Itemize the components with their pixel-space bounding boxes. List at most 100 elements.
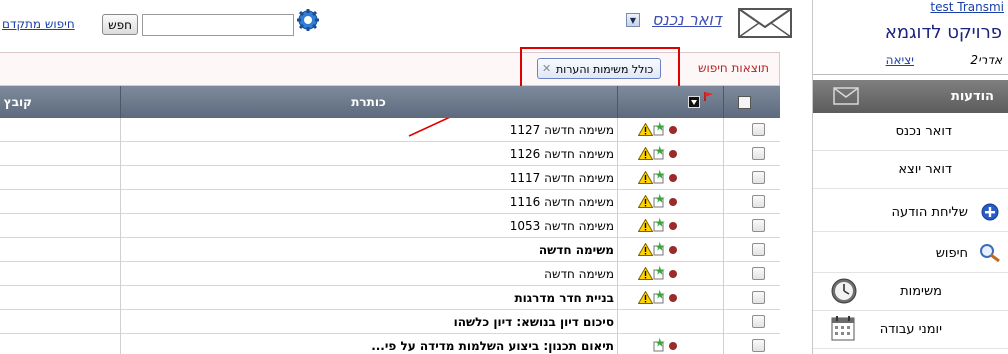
account-link[interactable]: test Transmi (930, 0, 1004, 14)
advanced-search-link[interactable]: חיפוש מתקדם (2, 17, 75, 31)
row-checkbox[interactable] (752, 219, 765, 232)
row-checkbox[interactable] (752, 291, 765, 304)
task-note-icon (653, 338, 665, 352)
messages-header-label: הודעות (950, 89, 994, 104)
folder-dropdown-button[interactable]: ▼ (626, 13, 640, 27)
warning-icon (638, 267, 653, 280)
sidebar-item-send-message[interactable]: שליחת הודעה (813, 194, 1008, 232)
magnifier-icon (980, 244, 1000, 263)
page: test Transmi פרויקט לדוגמא אדרי2 יציאה ה… (0, 0, 1008, 354)
priority-dot-icon (669, 246, 677, 254)
cell-divider (120, 214, 121, 238)
user-name: אדרי2 (970, 53, 1002, 67)
warning-icon (638, 291, 653, 304)
sidebar-item-work-logs[interactable]: יומני עבודה (813, 311, 1008, 349)
priority-dot-icon (669, 222, 677, 230)
priority-dot-icon (669, 198, 677, 206)
cell-divider (723, 214, 724, 238)
row-checkbox[interactable] (752, 267, 765, 280)
table-row[interactable]: תיאום תכנון: ביצוע השלמות מדידה על פי... (0, 334, 780, 354)
task-note-icon (653, 194, 665, 208)
sidebar-item-tasks[interactable]: משימות (813, 273, 1008, 311)
cell-divider (617, 286, 618, 310)
row-subject[interactable]: משימה חדשה 1117 (510, 171, 614, 185)
cell-divider (120, 334, 121, 354)
sidebar-item-label: יומני עבודה (879, 322, 942, 337)
priority-dot-icon (669, 294, 677, 302)
task-note-icon (653, 242, 665, 256)
logout-link[interactable]: יציאה (886, 53, 914, 67)
row-checkbox[interactable] (752, 171, 765, 184)
warning-icon (638, 171, 653, 184)
sidebar-item-inbox[interactable]: דואר נכנס (813, 113, 1008, 151)
row-checkbox[interactable] (752, 195, 765, 208)
cell-divider (617, 166, 618, 190)
sidebar-item-label: משימות (900, 284, 942, 299)
column-header-title[interactable]: כותרת (120, 95, 617, 109)
priority-dot-icon (669, 174, 677, 182)
sidebar-item-label: דואר יוצא (898, 162, 952, 177)
row-subject[interactable]: משימה חדשה 1053 (510, 219, 614, 233)
cell-divider (120, 166, 121, 190)
row-subject[interactable]: בניית חדר מדרגות (514, 291, 614, 305)
cell-divider (617, 214, 618, 238)
row-checkbox[interactable] (752, 315, 765, 328)
sidebar-item-outbox[interactable]: דואר יוצא (813, 151, 1008, 189)
row-subject[interactable]: תיאום תכנון: ביצוע השלמות מדידה על פי... (371, 339, 614, 353)
row-checkbox[interactable] (752, 339, 765, 352)
table-row[interactable]: משימה חדשה 1127 (0, 118, 780, 142)
column-header-file[interactable]: קובץ (0, 95, 32, 109)
table-row[interactable]: סיכום דיון בנושא: דיון כלשהו (0, 310, 780, 334)
warning-icon (638, 243, 653, 256)
table-row[interactable]: משימה חדשה 1117 (0, 166, 780, 190)
table-row[interactable]: משימה חדשה (0, 262, 780, 286)
row-checkbox[interactable] (752, 123, 765, 136)
table-row[interactable]: משימה חדשה 1053 (0, 214, 780, 238)
cell-divider (120, 286, 121, 310)
folder-selector-label[interactable]: דואר נכנס (652, 10, 722, 29)
select-all-checkbox[interactable] (738, 96, 751, 109)
cell-divider (723, 310, 724, 334)
cell-divider (723, 238, 724, 262)
sidebar-item-label: דואר נכנס (895, 124, 952, 139)
flag-icon (704, 92, 713, 101)
cell-divider (617, 262, 618, 286)
table-row[interactable]: משימה חדשה 1116 (0, 190, 780, 214)
row-checkbox[interactable] (752, 147, 765, 160)
row-subject[interactable]: משימה חדשה 1116 (510, 195, 614, 209)
row-subject[interactable]: משימה חדשה 1127 (510, 123, 614, 137)
cell-divider (617, 118, 618, 142)
search-button[interactable]: חפש (102, 14, 138, 35)
warning-icon (638, 219, 653, 232)
row-subject[interactable]: משימה חדשה (539, 243, 614, 257)
column-filter-dropdown-icon[interactable] (688, 96, 700, 108)
search-input[interactable] (142, 14, 294, 36)
priority-dot-icon (669, 150, 677, 158)
cell-divider (120, 238, 121, 262)
cell-divider (120, 118, 121, 142)
cell-divider (723, 118, 724, 142)
table-row[interactable]: בניית חדר מדרגות (0, 286, 780, 310)
cell-divider (723, 190, 724, 214)
cell-divider (617, 142, 618, 166)
task-note-icon (653, 218, 665, 232)
row-subject[interactable]: סיכום דיון בנושא: דיון כלשהו (454, 315, 614, 329)
row-checkbox[interactable] (752, 243, 765, 256)
sidebar-divider (813, 74, 1008, 75)
table-row[interactable]: משימה חדשה 1126 (0, 142, 780, 166)
sidebar-item-search[interactable]: חיפוש (813, 235, 1008, 273)
cell-divider (723, 286, 724, 310)
cell-divider (723, 142, 724, 166)
row-subject[interactable]: משימה חדשה 1126 (510, 147, 614, 161)
cell-divider (120, 142, 121, 166)
messages-section-header[interactable]: הודעות (813, 80, 1008, 113)
chevron-down-icon: ▼ (629, 16, 637, 25)
cell-divider (617, 310, 618, 334)
cell-divider (723, 262, 724, 286)
row-subject[interactable]: משימה חדשה (544, 267, 614, 281)
gear-icon[interactable] (297, 9, 319, 31)
table-row[interactable]: משימה חדשה (0, 238, 780, 262)
cell-divider (120, 262, 121, 286)
column-divider (723, 86, 724, 118)
task-note-icon (653, 170, 665, 184)
